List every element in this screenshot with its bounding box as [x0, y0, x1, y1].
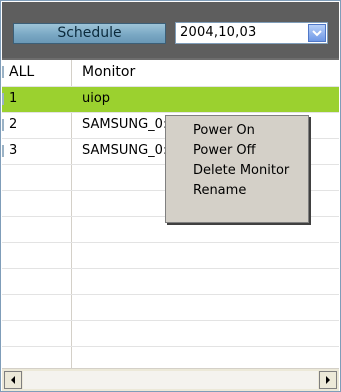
date-dropdown[interactable]: 2004,10,03	[175, 22, 328, 44]
row-divider	[2, 294, 339, 295]
scrollbar-track[interactable]	[23, 371, 318, 389]
menu-item-power-on[interactable]: Power On	[166, 121, 308, 141]
column-header-all[interactable]: ALL	[9, 64, 34, 80]
monitor-name: uiop	[82, 91, 111, 106]
toolbar: Schedule 2004,10,03	[2, 2, 339, 60]
context-menu: Power On Power Off Delete Monitor Rename	[165, 115, 309, 223]
scroll-right-icon[interactable]	[319, 371, 337, 389]
row-divider	[2, 320, 339, 321]
row-divider	[2, 346, 339, 347]
scroll-left-icon[interactable]	[4, 371, 22, 389]
row-marker	[2, 93, 4, 105]
menu-item-rename[interactable]: Rename	[166, 181, 308, 201]
table-row[interactable]: 1 uiop	[2, 87, 339, 112]
schedule-button[interactable]: Schedule	[13, 23, 166, 44]
row-index: 2	[9, 117, 18, 132]
row-marker	[2, 145, 4, 157]
row-divider	[2, 242, 339, 243]
date-value: 2004,10,03	[180, 25, 257, 40]
menu-item-power-off[interactable]: Power Off	[166, 141, 308, 161]
row-marker	[2, 66, 4, 78]
row-divider	[2, 268, 339, 269]
monitor-name: SAMSUNG_0:	[82, 117, 168, 132]
row-index: 3	[9, 143, 18, 158]
column-header-monitor[interactable]: Monitor	[82, 64, 135, 80]
row-index: 1	[9, 91, 18, 106]
monitor-name: SAMSUNG_0:	[82, 143, 168, 158]
menu-item-delete-monitor[interactable]: Delete Monitor	[166, 161, 308, 181]
horizontal-scrollbar[interactable]	[2, 368, 339, 391]
row-marker	[2, 119, 4, 131]
chevron-down-icon[interactable]	[308, 24, 326, 42]
table-header-row: ALL Monitor	[2, 60, 339, 85]
